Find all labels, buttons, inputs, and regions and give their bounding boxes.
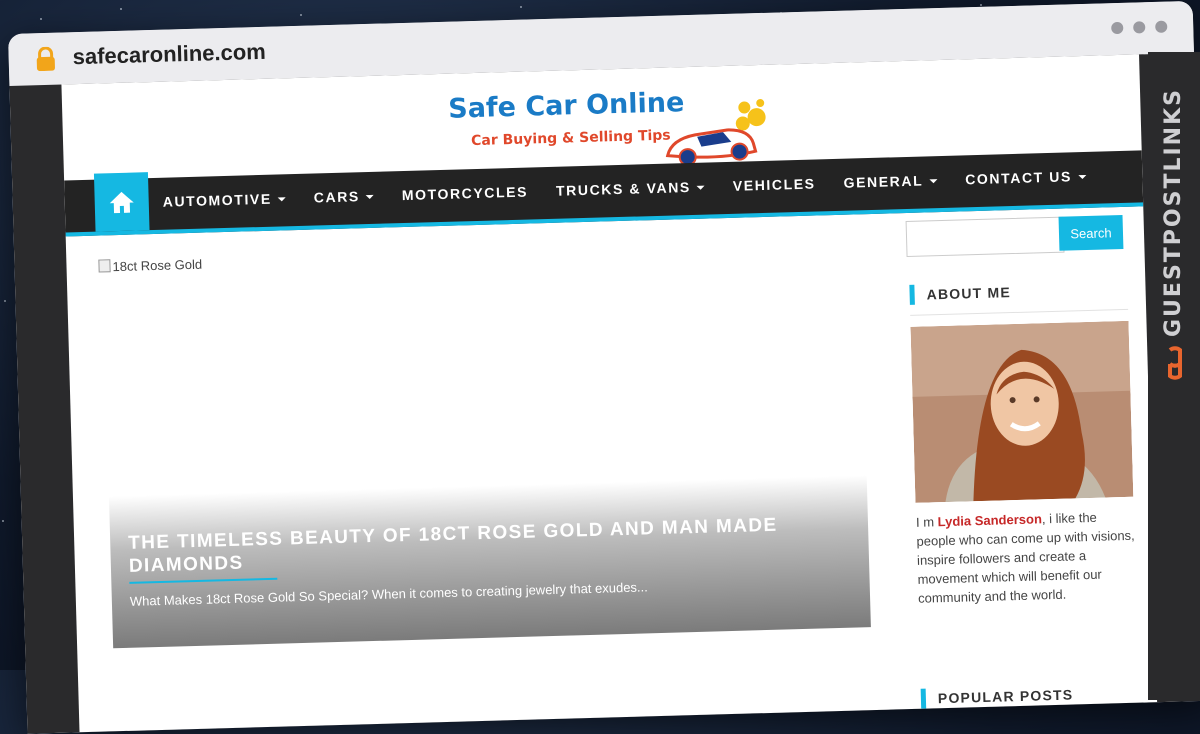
widget-divider [910, 308, 1129, 316]
home-button[interactable] [93, 172, 150, 232]
search-input[interactable] [905, 216, 1065, 257]
nav-item-motorcycles[interactable]: MOTORCYCLES [402, 184, 529, 204]
caret-down-icon [277, 197, 286, 202]
web-page: Safe Car Online Car Buying & Selling Tip… [61, 54, 1158, 733]
broken-image-icon [98, 259, 111, 273]
about-me-text: I m Lydia Sanderson, i like the people w… [915, 509, 1135, 606]
watermark-text: GUESTPOSTLINKS [1161, 88, 1186, 337]
featured-post[interactable]: THE TIMELESS BEAUTY OF 18CT ROSE GOLD AN… [108, 475, 871, 649]
window-controls [1101, 20, 1168, 40]
author-name-link[interactable]: Lydia Sanderson [937, 511, 1042, 529]
browser-window: safecaronline.com Safe Car Online Car Bu… [8, 0, 1200, 734]
featured-post-excerpt: What Makes 18ct Rose Gold So Special? Wh… [129, 579, 648, 609]
broken-image-alt: 18ct Rose Gold [112, 256, 203, 275]
guestpostlinks-watermark: GUESTPOSTLINKS [1148, 52, 1200, 700]
nav-item-trucks-vans[interactable]: TRUCKS & VANS [556, 179, 705, 199]
window-dot[interactable] [1111, 21, 1124, 35]
caret-down-icon [365, 195, 374, 200]
about-me-heading: ABOUT ME [909, 282, 1012, 305]
address-bar-url[interactable]: safecaronline.com [72, 39, 266, 70]
featured-post-title[interactable]: THE TIMELESS BEAUTY OF 18CT ROSE GOLD AN… [128, 512, 829, 578]
lock-icon [36, 46, 55, 72]
site-logo-title[interactable]: Safe Car Online [448, 87, 685, 125]
nav-item-contact-us[interactable]: CONTACT US [965, 168, 1086, 187]
site-logo-tagline: Car Buying & Selling Tips [470, 127, 671, 150]
home-icon [109, 191, 134, 214]
caret-down-icon [929, 179, 938, 184]
nav-menu: AUTOMOTIVE CARS MOTORCYCLES TRUCKS & VAN… [163, 167, 1115, 210]
nav-item-cars[interactable]: CARS [314, 188, 375, 206]
popular-posts-heading: POPULAR POSTS [920, 684, 1074, 709]
window-dot[interactable] [1133, 21, 1146, 34]
nav-item-vehicles[interactable]: VEHICLES [733, 176, 816, 194]
window-dot[interactable] [1155, 20, 1168, 33]
search-button[interactable]: Search [1058, 214, 1124, 251]
viewport-frame: Safe Car Online Car Buying & Selling Tip… [9, 52, 1200, 734]
caret-down-icon [1077, 175, 1086, 180]
broken-image[interactable]: 18ct Rose Gold [98, 257, 202, 275]
avatar [910, 320, 1134, 503]
link-chain-icon [1168, 346, 1182, 380]
nav-item-general[interactable]: GENERAL [843, 172, 938, 191]
nav-item-automotive[interactable]: AUTOMOTIVE [163, 190, 286, 210]
title-underline [129, 577, 278, 584]
caret-down-icon [696, 185, 705, 191]
